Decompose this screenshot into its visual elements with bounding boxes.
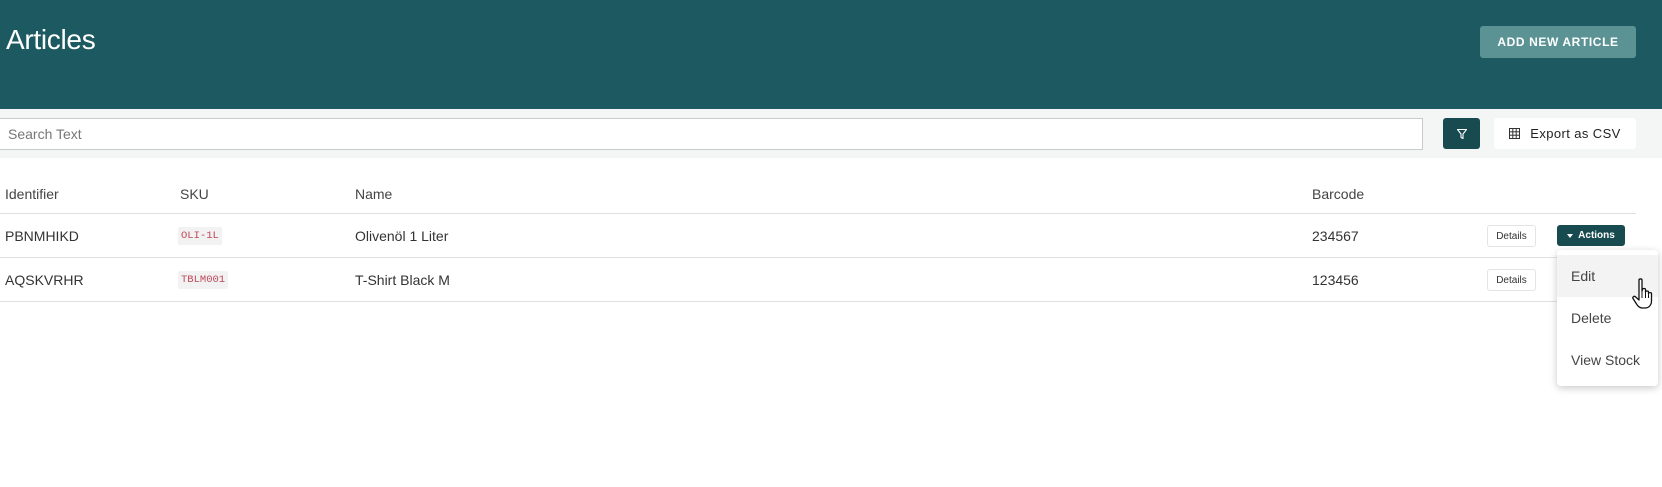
details-button[interactable]: Details <box>1487 225 1536 247</box>
column-header-name[interactable]: Name <box>355 186 392 202</box>
identifier-cell: PBNMHIKD <box>5 228 79 244</box>
search-input[interactable] <box>0 118 1423 150</box>
export-csv-label: Export as CSV <box>1530 126 1621 141</box>
sku-badge: TBLM001 <box>178 271 229 289</box>
identifier-cell: AQSKVRHR <box>5 272 84 288</box>
caret-down-icon <box>1567 233 1574 238</box>
filter-icon <box>1456 128 1467 139</box>
column-header-identifier[interactable]: Identifier <box>5 186 59 202</box>
export-csv-button[interactable]: Export as CSV <box>1494 118 1636 149</box>
column-header-barcode[interactable]: Barcode <box>1312 186 1364 202</box>
table-row[interactable]: PBNMHIKD OLI-1L Olivenöl 1 Liter 234567 … <box>0 214 1636 258</box>
column-header-sku[interactable]: SKU <box>180 186 209 202</box>
actions-label: Actions <box>1578 230 1615 241</box>
grid-icon <box>1509 128 1521 139</box>
menu-item-view-stock[interactable]: View Stock <box>1557 339 1658 381</box>
page-title: Articles <box>6 24 96 55</box>
barcode-cell: 234567 <box>1312 228 1359 244</box>
details-button[interactable]: Details <box>1487 269 1536 291</box>
hand-pointer-cursor-icon <box>1632 278 1653 309</box>
toolbar: Export as CSV <box>0 109 1662 158</box>
actions-button[interactable]: Actions <box>1557 225 1625 246</box>
filter-button[interactable] <box>1443 118 1480 149</box>
name-cell: Olivenöl 1 Liter <box>355 228 449 244</box>
sku-badge: OLI-1L <box>178 227 222 245</box>
barcode-cell: 123456 <box>1312 272 1359 288</box>
name-cell: T-Shirt Black M <box>355 272 450 288</box>
table-row[interactable]: AQSKVRHR TBLM001 T-Shirt Black M 123456 … <box>0 258 1636 302</box>
actions-dropdown-menu: Edit Delete View Stock <box>1557 250 1658 386</box>
add-new-article-button[interactable]: ADD NEW ARTICLE <box>1480 26 1636 58</box>
table-header: Identifier SKU Name Barcode <box>0 170 1636 214</box>
articles-table: Identifier SKU Name Barcode PBNMHIKD OLI… <box>0 170 1636 302</box>
page-header: Articles ADD NEW ARTICLE <box>0 0 1662 109</box>
